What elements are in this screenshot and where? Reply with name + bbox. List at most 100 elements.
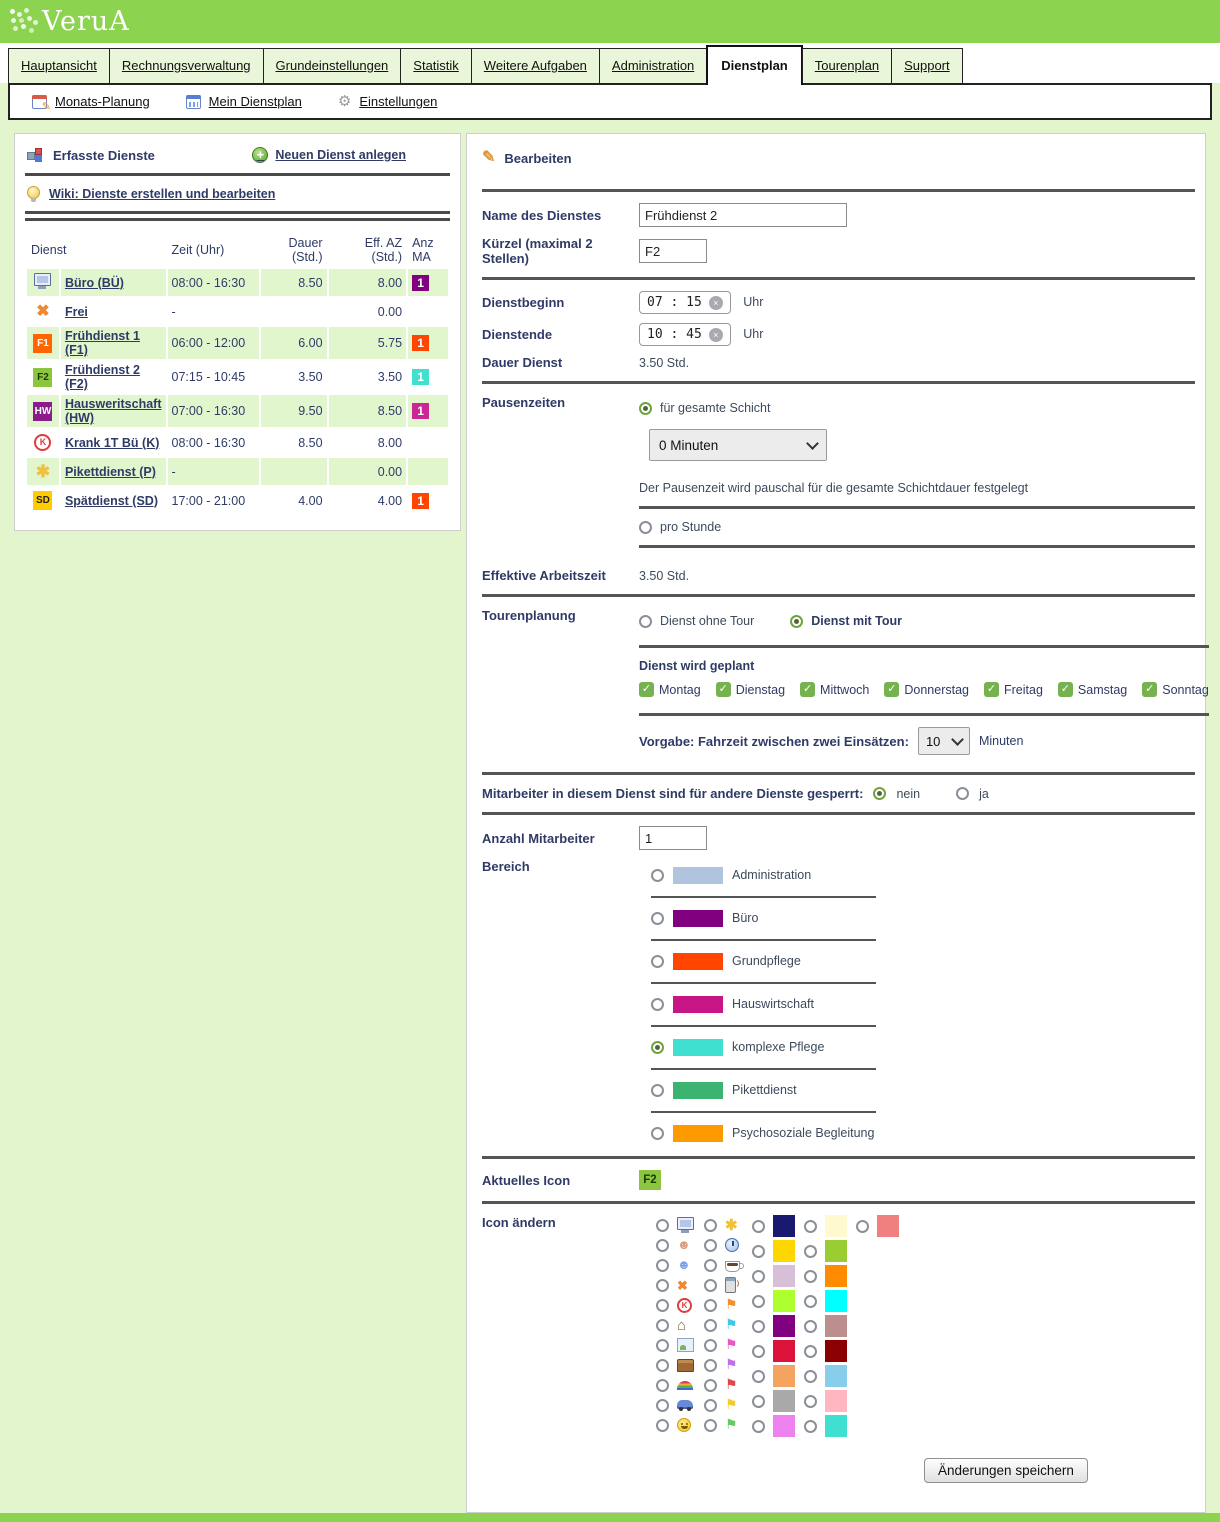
dienst-icon-f2: F2: [33, 368, 52, 387]
subnav-monats-planung[interactable]: Monats-Planung: [32, 94, 150, 109]
dienst-link[interactable]: Frühdienst 2 (F2): [65, 363, 140, 391]
tab-dienstplan[interactable]: Dienstplan: [706, 45, 802, 85]
radio-color[interactable]: [856, 1220, 869, 1233]
radio-dienst-mit-tour[interactable]: [790, 615, 803, 628]
app-header: VeruA: [0, 0, 1220, 43]
checkbox-freitag[interactable]: [984, 682, 999, 697]
radio-icon-flag-cyan[interactable]: [704, 1319, 717, 1332]
radio-color[interactable]: [752, 1220, 765, 1233]
dienst-link[interactable]: Frei: [65, 305, 88, 319]
radio-color[interactable]: [804, 1245, 817, 1258]
radio-icon-flag-orange[interactable]: [704, 1299, 717, 1312]
checkbox-donnerstag[interactable]: [884, 682, 899, 697]
radio-icon-rainbow[interactable]: [656, 1379, 669, 1392]
wiki-link[interactable]: Wiki: Dienste erstellen und bearbeiten: [49, 187, 275, 201]
neuen-dienst-anlegen-link[interactable]: Neuen Dienst anlegen: [252, 147, 406, 163]
radio-bereich-buero[interactable]: [651, 912, 664, 925]
tab-rechnungsverwaltung[interactable]: Rechnungsverwaltung: [109, 48, 264, 83]
radio-dienst-ohne-tour[interactable]: [639, 615, 652, 628]
name-input[interactable]: [639, 203, 847, 227]
radio-icon-alarm[interactable]: [704, 1239, 717, 1252]
dienstende-input[interactable]: 10 : 45 ×: [639, 323, 731, 346]
table-row: SD Spätdienst (SD) 17:00 - 21:00 4.00 4.…: [27, 487, 448, 514]
radio-color[interactable]: [752, 1370, 765, 1383]
radio-color[interactable]: [804, 1420, 817, 1433]
radio-icon-cross[interactable]: [656, 1279, 669, 1292]
tab-support[interactable]: Support: [891, 48, 963, 83]
radio-color[interactable]: [752, 1245, 765, 1258]
radio-icon-flag-yellow[interactable]: [704, 1399, 717, 1412]
radio-color[interactable]: [752, 1345, 765, 1358]
tab-statistik[interactable]: Statistik: [400, 48, 472, 83]
radio-bereich-pikettdienst[interactable]: [651, 1084, 664, 1097]
radio-icon-asterisk[interactable]: [704, 1219, 717, 1232]
radio-icon-flag-magenta[interactable]: [704, 1339, 717, 1352]
radio-color[interactable]: [752, 1295, 765, 1308]
anzahl-mitarbeiter-input[interactable]: [639, 826, 707, 850]
radio-icon-computer[interactable]: [656, 1219, 669, 1232]
radio-icon-flag-green[interactable]: [704, 1419, 717, 1432]
radio-bereich-psychosoziale-begleitung[interactable]: [651, 1127, 664, 1140]
dienstbeginn-input[interactable]: 07 : 15 ×: [639, 291, 731, 314]
radio-icon-flag-red[interactable]: [704, 1379, 717, 1392]
radio-color[interactable]: [804, 1270, 817, 1283]
radio-icon-krank[interactable]: [656, 1299, 669, 1312]
clear-time-icon[interactable]: ×: [709, 328, 723, 342]
dienst-link[interactable]: Büro (BÜ): [65, 276, 124, 290]
radio-pro-stunde[interactable]: [639, 521, 652, 534]
radio-icon-chest[interactable]: [656, 1359, 669, 1372]
kuerzel-input[interactable]: [639, 239, 707, 263]
radio-bereich-komplexe-pflege[interactable]: [651, 1041, 664, 1054]
radio-color[interactable]: [804, 1320, 817, 1333]
tab-tourenplan[interactable]: Tourenplan: [802, 48, 892, 83]
fahrzeit-select[interactable]: 10: [918, 727, 970, 755]
radio-bereich-hauswirtschaft[interactable]: [651, 998, 664, 1011]
radio-bereich-grundpflege[interactable]: [651, 955, 664, 968]
krank-icon: [34, 434, 51, 451]
checkbox-sonntag[interactable]: [1142, 682, 1157, 697]
checkbox-dienstag[interactable]: [716, 682, 731, 697]
checkbox-montag[interactable]: [639, 682, 654, 697]
radio-icon-picture[interactable]: [656, 1339, 669, 1352]
radio-icon-car[interactable]: [656, 1399, 669, 1412]
radio-fuer-gesamte-schicht[interactable]: [639, 402, 652, 415]
radio-bereich-administration[interactable]: [651, 869, 664, 882]
radio-color[interactable]: [752, 1320, 765, 1333]
bereich-color-swatch: [673, 1082, 723, 1099]
subnav-einstellungen[interactable]: Einstellungen: [338, 94, 438, 109]
radio-gesperrt-nein[interactable]: [873, 787, 886, 800]
bereich-color-swatch: [673, 910, 723, 927]
clear-time-icon[interactable]: ×: [709, 296, 723, 310]
radio-icon-person-clock-red[interactable]: [656, 1239, 669, 1252]
tab-administration[interactable]: Administration: [599, 48, 707, 83]
pause-minuten-select[interactable]: 0 Minuten: [649, 429, 827, 461]
radio-color[interactable]: [804, 1370, 817, 1383]
tab-hauptansicht[interactable]: Hauptansicht: [8, 48, 110, 83]
dienst-link[interactable]: Frühdienst 1 (F1): [65, 329, 140, 357]
divider: [651, 982, 876, 984]
tab-grundeinstellungen[interactable]: Grundeinstellungen: [263, 48, 402, 83]
tab-weitere-aufgaben[interactable]: Weitere Aufgaben: [471, 48, 600, 83]
radio-icon-person-clock-blue[interactable]: [656, 1259, 669, 1272]
radio-gesperrt-ja[interactable]: [956, 787, 969, 800]
save-button[interactable]: Änderungen speichern: [924, 1458, 1088, 1483]
radio-icon-coffee[interactable]: [704, 1259, 717, 1272]
radio-color[interactable]: [804, 1220, 817, 1233]
radio-icon-house[interactable]: [656, 1319, 669, 1332]
radio-color[interactable]: [804, 1345, 817, 1358]
day-montag: Montag: [639, 682, 701, 697]
radio-color[interactable]: [752, 1420, 765, 1433]
checkbox-mittwoch[interactable]: [800, 682, 815, 697]
dienst-link[interactable]: Spätdienst (SD): [65, 494, 158, 508]
dienst-link[interactable]: Krank 1T Bü (K): [65, 436, 159, 450]
dienst-link[interactable]: Pikettdienst (P): [65, 465, 156, 479]
dienst-link[interactable]: Hausweritschaft (HW): [65, 397, 162, 425]
radio-icon-flag-violet[interactable]: [704, 1359, 717, 1372]
radio-color[interactable]: [804, 1295, 817, 1308]
radio-icon-smiley[interactable]: [656, 1419, 669, 1432]
radio-color[interactable]: [752, 1270, 765, 1283]
radio-icon-phone[interactable]: [704, 1279, 717, 1292]
checkbox-samstag[interactable]: [1058, 682, 1073, 697]
subnav-mein-dienstplan[interactable]: Mein Dienstplan: [186, 94, 302, 109]
color-swatch: [773, 1340, 795, 1362]
